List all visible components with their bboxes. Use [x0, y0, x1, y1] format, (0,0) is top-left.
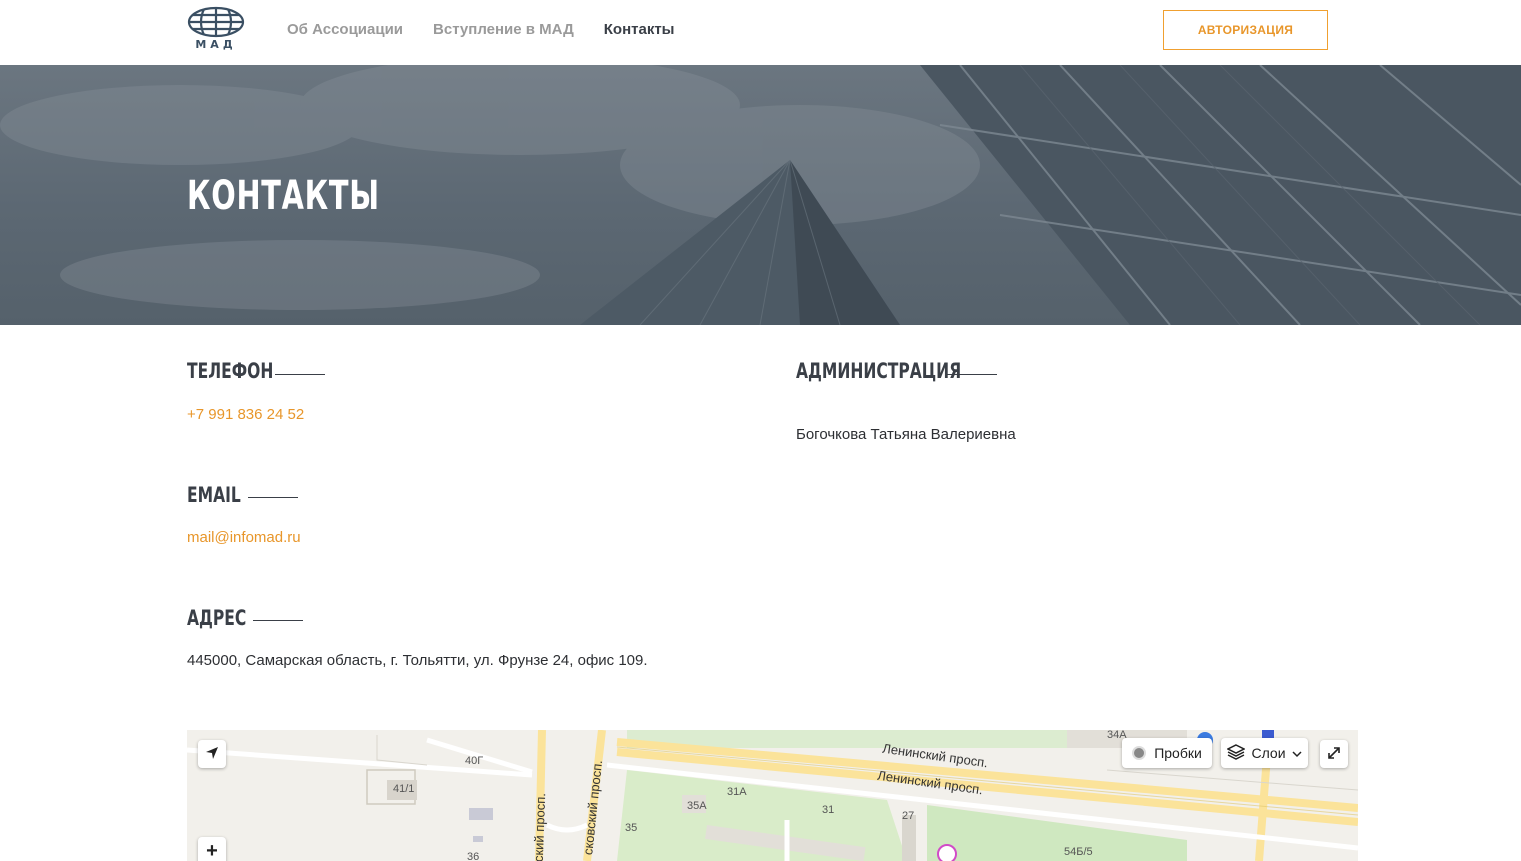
- zoom-in-button[interactable]: +: [198, 837, 226, 861]
- email-heading-divider: [248, 497, 298, 498]
- phone-heading: ТЕЛЕФОН: [187, 359, 274, 383]
- nav-about[interactable]: Об Ассоциации: [287, 21, 403, 38]
- map-building-label: 54Б/5: [1064, 846, 1093, 858]
- traffic-label: Пробки: [1154, 745, 1202, 761]
- mad-logo[interactable]: МАД: [187, 6, 245, 51]
- main-nav: Об Ассоциации Вступление в МАД Контакты: [287, 21, 675, 38]
- expand-icon: [1327, 746, 1341, 763]
- address-heading: АДРЕС: [187, 606, 247, 630]
- nav-contacts[interactable]: Контакты: [604, 21, 675, 38]
- map-building-label: 35: [625, 822, 638, 834]
- traffic-icon: [1132, 746, 1147, 760]
- admin-name: Богочкова Татьяна Валериевна: [796, 426, 1016, 443]
- map-building-label: 31А: [727, 786, 747, 798]
- phone-heading-divider: [275, 374, 325, 375]
- layers-button[interactable]: Слои: [1221, 738, 1308, 768]
- page-title: КОНТАКТЫ: [187, 173, 380, 219]
- map-building-label: 40Г: [465, 755, 484, 767]
- map-street-label: ский просп.: [530, 792, 549, 861]
- nav-join[interactable]: Вступление в МАД: [433, 21, 574, 38]
- chevron-down-icon: [1291, 745, 1302, 761]
- traffic-button[interactable]: Пробки: [1122, 738, 1212, 768]
- location-arrow-icon: [205, 746, 219, 763]
- auth-button[interactable]: АВТОРИЗАЦИЯ: [1163, 10, 1328, 50]
- yandex-map[interactable]: 40Г 41/1 35А 31А 31 35 36 27 54Б/5 34А Л…: [187, 730, 1358, 861]
- phone-link[interactable]: +7 991 836 24 52: [187, 406, 304, 423]
- hero-banner: КОНТАКТЫ: [0, 65, 1521, 325]
- layers-label: Слои: [1251, 745, 1286, 761]
- fullscreen-button[interactable]: [1320, 740, 1348, 768]
- address-heading-divider: [253, 620, 303, 621]
- admin-heading: АДМИНИСТРАЦИЯ: [796, 359, 962, 383]
- admin-heading-divider: [947, 374, 997, 375]
- geolocation-button[interactable]: [198, 740, 226, 768]
- map-building-label: 36: [467, 851, 480, 861]
- map-building-label: 35А: [687, 800, 707, 812]
- email-heading: EMAIL: [187, 483, 241, 507]
- map-building-label: 27: [902, 810, 915, 822]
- map-building-label: 41/1: [393, 783, 415, 795]
- map-building-label: 31: [822, 804, 835, 816]
- svg-text:МАД: МАД: [195, 38, 236, 50]
- email-link[interactable]: mail@infomad.ru: [187, 529, 301, 546]
- layers-icon: [1226, 743, 1247, 763]
- plus-icon: +: [206, 840, 218, 861]
- site-header: МАД Об Ассоциации Вступление в МАД Конта…: [0, 0, 1521, 65]
- address-text: 445000, Самарская область, г. Тольятти, …: [187, 652, 648, 669]
